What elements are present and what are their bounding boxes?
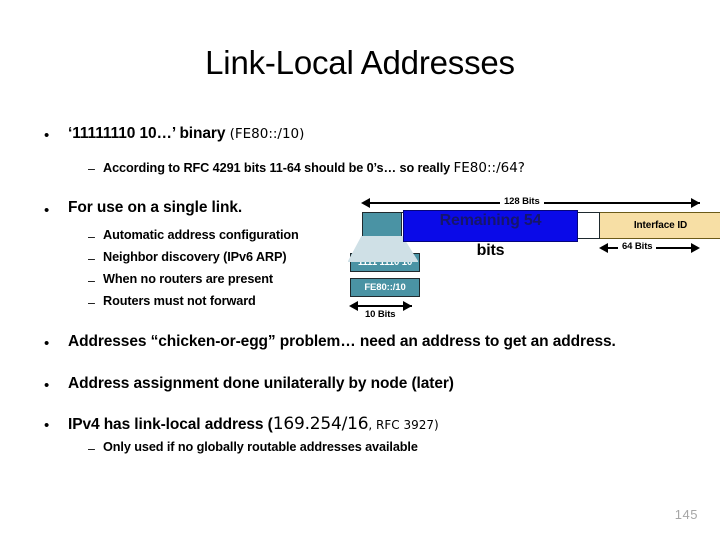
- ipv6-link-local-address-diagram: 128 Bits Interface ID Remaining 54 bits …: [340, 190, 720, 320]
- bullet-text-alt: (FE80::/10): [229, 126, 305, 142]
- bullet-text: For use on a single link.: [68, 199, 243, 216]
- slide-canvas: Link-Local Addresses • ‘11111110 10…’ bi…: [0, 0, 720, 540]
- sub-bullet-text: When no routers are present: [103, 272, 274, 286]
- bullet-text-emphasis: 169.254/16: [272, 414, 369, 434]
- sub-bullet-glyph: –: [88, 162, 95, 176]
- page-number: 145: [674, 507, 698, 522]
- bullet-text: ‘11111110 10…’ binary (FE80::/10): [68, 125, 304, 143]
- sub-bullet-text: According to RFC 4291 bits 11-64 should …: [103, 160, 525, 176]
- prefix-bits-arrow-head-right: [403, 301, 412, 311]
- sub-bullet-text: Only used if no globally routable addres…: [103, 440, 418, 454]
- sub-bullet-text: Neighbor discovery (IPv6 ARP): [103, 250, 287, 264]
- sub-bullet-text-main: According to RFC 4291 bits 11-64 should …: [103, 161, 454, 175]
- sub-bullet-glyph: –: [88, 252, 95, 266]
- remaining-bits-label-line2: bits: [476, 242, 505, 259]
- total-bits-arrow-head-right: [691, 198, 700, 208]
- interface-id-segment: Interface ID: [600, 212, 720, 239]
- sub-bullet-glyph: –: [88, 296, 95, 310]
- bullet-text: IPv4 has link-local address (169.254/16,…: [68, 414, 439, 434]
- bullet-glyph: •: [44, 202, 50, 219]
- sub-bullet-glyph: –: [88, 230, 95, 244]
- remaining-bits-label: Remaining 54: [439, 212, 542, 229]
- interface-bits-arrow-head-left: [599, 243, 608, 253]
- bullet-glyph: •: [44, 417, 50, 434]
- bullet-text-alt: , RFC 3927): [368, 418, 439, 432]
- prefix-segment: [362, 212, 402, 239]
- sub-bullet-text-alt: FE80::/64?: [453, 160, 525, 176]
- bullet-glyph: •: [44, 127, 50, 144]
- page-title: Link-Local Addresses: [205, 44, 515, 81]
- bullet-text-main: IPv4 has link-local address (: [68, 416, 273, 433]
- prefix-hex-callout: FE80::/10: [350, 278, 420, 297]
- prefix-bits-label: 10 Bits: [361, 309, 400, 320]
- sub-bullet-glyph: –: [88, 442, 95, 456]
- bullet-glyph: •: [44, 377, 50, 394]
- bullet-glyph: •: [44, 335, 50, 352]
- interface-bits-arrow-head-right: [691, 243, 700, 253]
- total-bits-label: 128 Bits: [500, 196, 544, 207]
- bullet-text-main: ‘11111110 10…’ binary: [68, 125, 230, 142]
- prefix-bits-arrow-head-left: [349, 301, 358, 311]
- total-bits-arrow-head-left: [361, 198, 370, 208]
- sub-bullet-text: Automatic address configuration: [103, 228, 299, 242]
- sub-bullet-text: Routers must not forward: [103, 294, 256, 308]
- interface-bits-label: 64 Bits: [618, 241, 657, 252]
- bullet-text: Address assignment done unilaterally by …: [68, 375, 454, 392]
- sub-bullet-glyph: –: [88, 274, 95, 288]
- bullet-text: Addresses “chicken-or-egg” problem… need…: [68, 333, 616, 350]
